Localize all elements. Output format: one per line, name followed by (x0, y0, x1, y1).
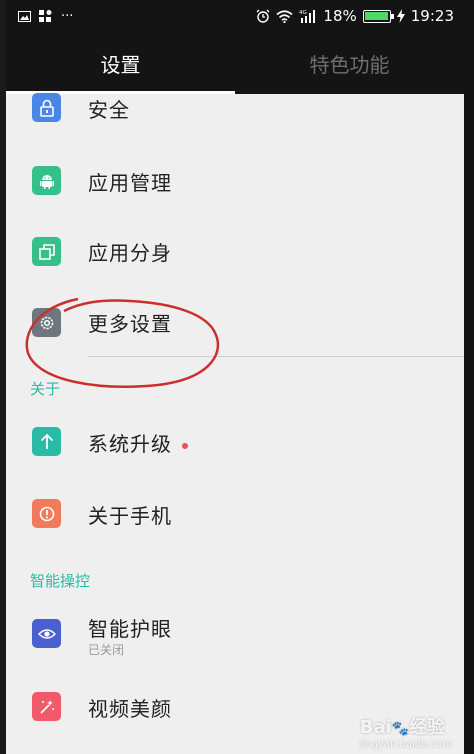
divider (88, 356, 464, 357)
watermark: Bai🐾经验 jingyan.baidu.com (360, 713, 452, 750)
more-dots-icon: ··· (61, 8, 74, 24)
list-item-app-manage[interactable]: 应用管理 (6, 166, 464, 196)
list-item-more-settings[interactable]: 更多设置 (6, 307, 464, 337)
clone-icon (32, 237, 61, 266)
status-bar: ··· 4G 18% 19:23 (6, 0, 464, 32)
list-item-eye-care[interactable]: 智能护眼 已关闭 (6, 613, 464, 659)
info-icon (32, 499, 61, 528)
picture-icon (18, 10, 31, 22)
svg-text:4G: 4G (299, 10, 307, 16)
wifi-icon (276, 9, 293, 23)
screen-edge (464, 0, 474, 754)
clock: 19:23 (410, 7, 454, 25)
battery-percent: 18% (323, 7, 357, 25)
eye-icon (32, 619, 61, 648)
watermark-logo: Bai🐾经验 jingyan.baidu.com (359, 717, 452, 750)
section-title-smart-control: 智能操控 (30, 572, 91, 590)
battery-icon (362, 9, 394, 23)
tab-settings[interactable]: 设置 (6, 32, 235, 94)
phone-screen: ··· 4G 18% 19:23 设置 特色功能 安全 应用管理 应用分身 更多… (6, 0, 464, 754)
list-item-label: 系统升级 (88, 428, 188, 457)
update-badge-dot (182, 442, 188, 449)
list-item-label: 应用管理 (88, 171, 172, 195)
tab-special-features[interactable]: 特色功能 (235, 32, 464, 94)
magic-wand-icon (32, 692, 61, 721)
lock-icon (32, 93, 61, 122)
list-item-about-phone[interactable]: 关于手机 (6, 499, 464, 529)
arrow-up-icon (32, 427, 61, 456)
android-icon (32, 166, 61, 195)
list-item-security[interactable]: 安全 (6, 93, 464, 124)
list-item-sublabel: 已关闭 (88, 643, 125, 657)
list-item-app-clone[interactable]: 应用分身 (6, 236, 464, 266)
list-item-label: 关于手机 (88, 504, 172, 528)
list-item-label: 安全 (88, 98, 130, 122)
list-item-label: 智能护眼 (88, 617, 172, 641)
gear-icon (32, 308, 61, 337)
list-item-label: 更多设置 (88, 312, 172, 336)
section-title-about: 关于 (30, 380, 61, 398)
notification-grid-icon (39, 10, 53, 22)
signal-4g-icon: 4G (299, 9, 317, 23)
alarm-icon (256, 9, 270, 23)
charging-icon (396, 9, 405, 23)
system-update-label: 系统升级 (88, 432, 172, 456)
list-item-system-update[interactable]: 系统升级 (6, 427, 464, 457)
list-item-label: 视频美颜 (88, 697, 172, 721)
list-item-label: 应用分身 (88, 241, 172, 265)
tab-bar: 设置 特色功能 (6, 32, 464, 94)
